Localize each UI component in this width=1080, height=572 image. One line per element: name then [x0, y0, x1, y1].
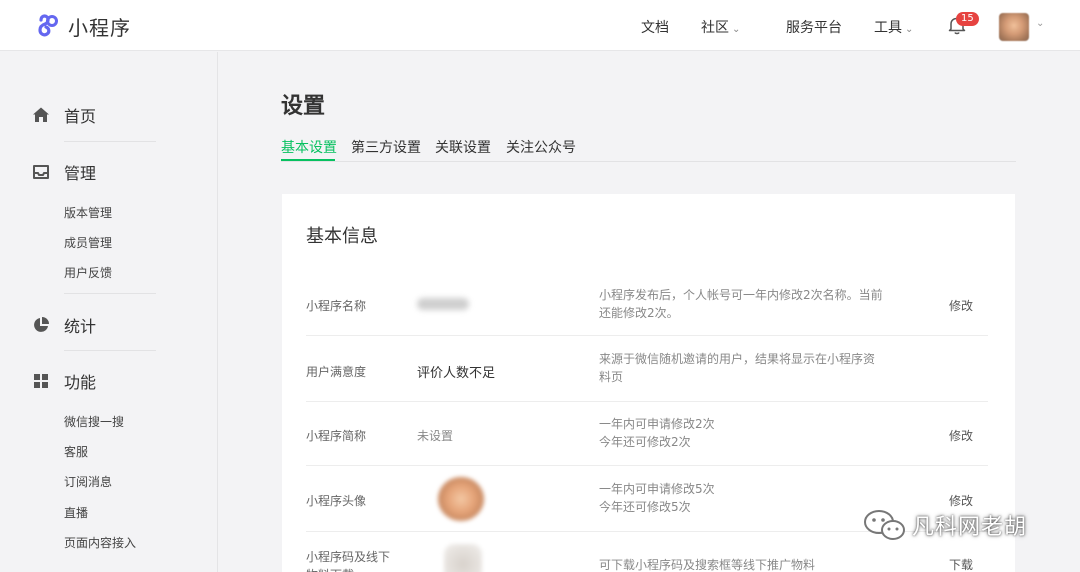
sidebar-item-label: 功能: [64, 373, 97, 392]
grid-icon: [34, 374, 48, 388]
settings-row-satisfaction: 用户满意度 评价人数不足 来源于微信随机邀请的用户，结果将显示在小程序资料页: [306, 336, 988, 402]
sidebar-subitem-members[interactable]: 成员管理: [64, 234, 112, 251]
settings-row-name: 小程序名称 小程序发布后，个人帐号可一年内修改2次名称。当前还能修改2次。 修改: [306, 270, 988, 336]
tab-basic-settings[interactable]: 基本设置: [281, 137, 337, 157]
sidebar-subitem-subscription[interactable]: 订阅消息: [64, 473, 112, 490]
row-description: 来源于微信随机邀请的用户，结果将显示在小程序资料页: [599, 352, 876, 384]
sidebar-item-manage[interactable]: 管理: [32, 160, 96, 184]
divider: [64, 141, 156, 142]
redacted-name: [417, 298, 469, 310]
tab-follow-official-account[interactable]: 关注公众号: [506, 137, 576, 157]
notification-badge: 15: [956, 12, 979, 26]
active-tab-indicator: [281, 159, 335, 161]
sidebar-subitem-page-content[interactable]: 页面内容接入: [64, 534, 136, 551]
row-label: 用户满意度: [306, 365, 367, 379]
sidebar-item-label: 管理: [64, 164, 97, 183]
qrcode-preview: [444, 544, 482, 572]
sidebar-subitem-version[interactable]: 版本管理: [64, 204, 112, 221]
section-title: 基本信息: [306, 226, 378, 247]
sidebar-item-label: 首页: [64, 107, 97, 126]
nav-community[interactable]: 社区 ⌄: [701, 17, 740, 37]
page-title: 设置: [281, 94, 326, 119]
sidebar-subitem-live[interactable]: 直播: [64, 504, 88, 521]
divider: [64, 293, 156, 294]
nav-tools-label: 工具: [874, 20, 902, 36]
chevron-down-icon: ⌄: [732, 24, 741, 35]
row-value: 未设置: [417, 429, 454, 443]
sidebar-item-stats[interactable]: 统计: [32, 313, 96, 337]
row-description: 一年内可申请修改2次 今年还可修改2次: [599, 417, 715, 449]
sidebar-subitem-wechat-search[interactable]: 微信搜一搜: [64, 413, 124, 430]
sidebar: [0, 52, 218, 572]
divider: [64, 350, 156, 351]
miniprogram-logo-icon: [38, 13, 58, 36]
download-link[interactable]: 下载: [949, 556, 973, 572]
wechat-icon: [864, 510, 905, 540]
row-label: 小程序头像: [306, 494, 367, 508]
row-label: 小程序简称: [306, 429, 367, 443]
chevron-down-icon: ⌄: [905, 24, 914, 35]
watermark-text: 凡科网老胡: [912, 515, 1028, 540]
tab-association[interactable]: 关联设置: [435, 137, 491, 157]
avatar[interactable]: [999, 13, 1029, 41]
edit-short-name-link[interactable]: 修改: [949, 427, 973, 444]
settings-tabs: 基本设置 第三方设置 关联设置 关注公众号: [281, 136, 1016, 162]
sidebar-item-features[interactable]: 功能: [32, 369, 96, 393]
row-description: 小程序发布后，个人帐号可一年内修改2次名称。当前还能修改2次。: [599, 288, 883, 320]
chevron-down-icon[interactable]: ⌄: [1036, 18, 1044, 29]
sidebar-subitem-feedback[interactable]: 用户反馈: [64, 264, 112, 281]
nav-docs[interactable]: 文档: [641, 17, 669, 37]
row-value: 评价人数不足: [417, 366, 496, 381]
miniprogram-avatar: [438, 477, 484, 521]
logo-text: 小程序: [68, 16, 131, 40]
row-description: 可下载小程序码及搜索框等线下推广物料: [599, 558, 816, 572]
sidebar-item-home[interactable]: 首页: [32, 103, 96, 127]
inbox-icon: [33, 165, 49, 179]
top-navbar: 小程序 文档 社区 ⌄ 服务平台 工具 ⌄ 15 ⌄: [0, 0, 1080, 51]
edit-name-link[interactable]: 修改: [949, 297, 973, 314]
nav-service-platform[interactable]: 服务平台: [786, 17, 842, 37]
nav-tools[interactable]: 工具 ⌄: [874, 17, 913, 37]
sidebar-item-label: 统计: [64, 317, 97, 336]
row-description: 一年内可申请修改5次 今年还可修改5次: [599, 482, 715, 514]
row-label: 小程序名称: [306, 299, 367, 313]
row-label: 小程序码及线下物料下载: [306, 550, 391, 572]
tab-third-party[interactable]: 第三方设置: [351, 137, 421, 157]
edit-avatar-link[interactable]: 修改: [949, 492, 973, 509]
settings-row-short-name: 小程序简称 未设置 一年内可申请修改2次 今年还可修改2次 修改: [306, 402, 988, 466]
sidebar-subitem-customer-service[interactable]: 客服: [64, 443, 88, 460]
home-icon: [33, 107, 49, 122]
nav-community-label: 社区: [701, 20, 729, 36]
logo[interactable]: 小程序: [32, 12, 131, 41]
watermark: 凡科网老胡: [862, 508, 1027, 542]
pie-chart-icon: [34, 317, 49, 332]
